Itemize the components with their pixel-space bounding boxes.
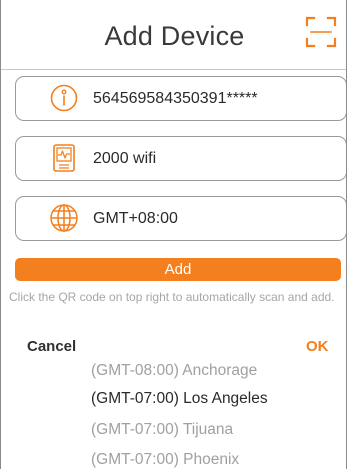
- qr-scan-icon: [305, 16, 337, 48]
- header: Add Device: [1, 0, 346, 70]
- router-icon: [53, 144, 75, 172]
- picker-option[interactable]: (GMT-07:00) Phoenix: [91, 451, 239, 469]
- picker-cancel-button[interactable]: Cancel: [27, 338, 76, 355]
- picker-option[interactable]: (GMT-07:00) Tijuana: [91, 421, 233, 439]
- qr-scan-button[interactable]: [304, 15, 338, 49]
- picker-option-selected[interactable]: (GMT-07:00) Los Angeles: [91, 390, 268, 408]
- timezone-value: GMT+08:00: [93, 210, 178, 227]
- globe-icon: [50, 204, 78, 232]
- wifi-value: 2000 wifi: [93, 150, 157, 167]
- add-button[interactable]: Add: [15, 258, 341, 281]
- device-id-value: 564569584350391*****: [93, 90, 258, 107]
- device-id-field[interactable]: 564569584350391*****: [15, 76, 346, 121]
- app-screen: Add Device 564569584350391***** 2000 wif…: [0, 0, 347, 469]
- wifi-field[interactable]: 2000 wifi: [15, 136, 346, 181]
- picker-option[interactable]: (GMT-08:00) Anchorage: [91, 362, 257, 380]
- timezone-field[interactable]: GMT+08:00: [15, 196, 346, 241]
- picker-ok-button[interactable]: OK: [306, 338, 329, 355]
- page-title: Add Device: [104, 21, 245, 51]
- scan-hint-text: Click the QR code on top right to automa…: [9, 290, 335, 304]
- info-icon: [50, 84, 78, 112]
